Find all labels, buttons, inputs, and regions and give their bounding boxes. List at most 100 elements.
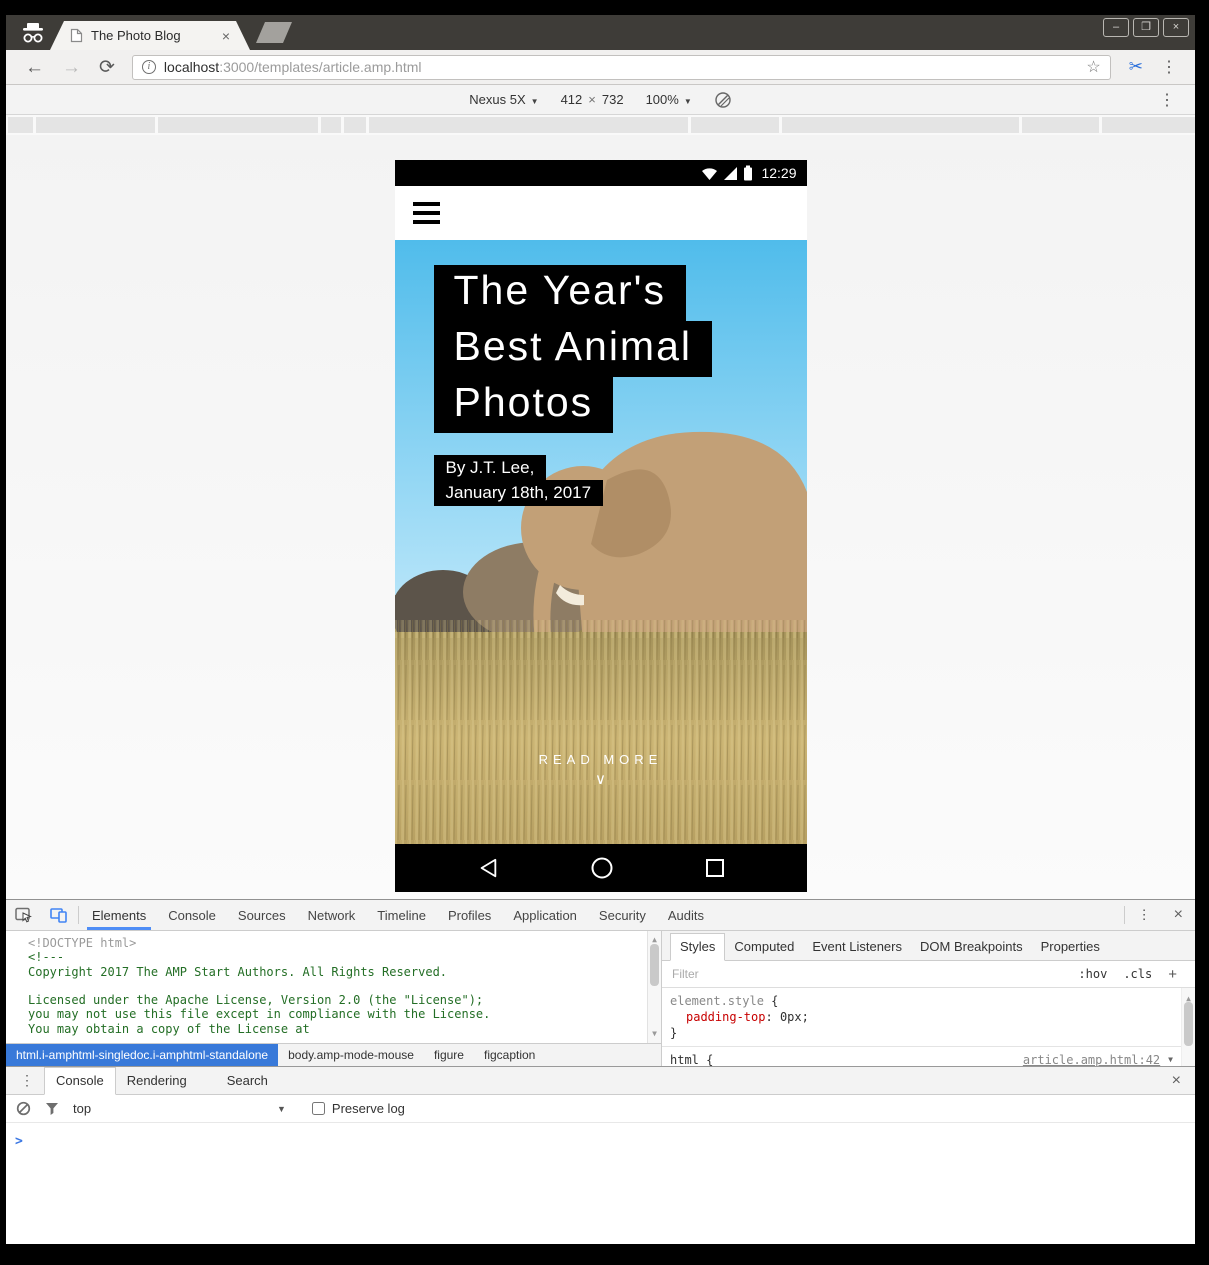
tab-close-icon[interactable]: × (222, 29, 230, 43)
element-style-selector[interactable]: element.style (670, 994, 764, 1008)
devtools-tab-profiles[interactable]: Profiles (437, 900, 502, 930)
viewport-width-field[interactable]: 412 (561, 92, 583, 107)
devtools-tab-elements[interactable]: Elements (81, 900, 157, 930)
drawer-menu-icon[interactable]: ⋮ (6, 1072, 44, 1089)
device-toolbar-menu-icon[interactable]: ⋮ (1151, 90, 1183, 110)
reload-icon[interactable]: ⟳ (90, 58, 124, 77)
comment-line[interactable]: <!--- (28, 950, 661, 964)
scroll-down-icon[interactable]: ▼ (648, 1027, 661, 1041)
drawer-tab-search[interactable]: Search (216, 1068, 279, 1094)
article-title-line-3: Photos (434, 377, 614, 433)
tab-properties[interactable]: Properties (1032, 934, 1109, 960)
devtools-tab-network[interactable]: Network (297, 900, 367, 930)
doctype-line[interactable]: <!DOCTYPE html> (28, 936, 661, 950)
device-toolbar: Nexus 5X▼ 412×732 100%▼ ⋮ (6, 85, 1195, 115)
devtools-tab-console[interactable]: Console (157, 900, 227, 930)
breadcrumb-figure[interactable]: figure (424, 1044, 474, 1066)
breadcrumb-figcaption[interactable]: figcaption (474, 1044, 545, 1066)
read-more-link[interactable]: READ MORE (395, 752, 807, 767)
emulated-viewport-area: 12:29 (6, 135, 1195, 899)
filter-funnel-icon[interactable] (45, 1102, 59, 1116)
tab-event-listeners[interactable]: Event Listeners (803, 934, 911, 960)
styles-filter-input[interactable]: Filter (672, 967, 1062, 981)
drawer-close-icon[interactable]: × (1158, 1072, 1195, 1090)
zoom-select[interactable]: 100%▼ (646, 92, 692, 107)
console-prompt-icon[interactable]: > (15, 1134, 23, 1149)
rotate-viewport-icon[interactable] (714, 91, 732, 109)
hero-image: The Year's Best Animal Photos By J.T. Le… (395, 240, 807, 844)
preserve-log-toggle[interactable]: Preserve log (312, 1101, 405, 1116)
console-filter-bar: top ▼ Preserve log (6, 1095, 1195, 1123)
tab-computed[interactable]: Computed (725, 934, 803, 960)
devtools-close-icon[interactable]: × (1162, 900, 1195, 930)
comment-line[interactable]: You may obtain a copy of the License at (28, 1022, 661, 1036)
clear-console-icon[interactable] (16, 1101, 31, 1116)
devtools-tab-audits[interactable]: Audits (657, 900, 715, 930)
article-title-line-1: The Year's (434, 265, 686, 321)
elements-breadcrumb-bar: html.i-amphtml-singledoc.i-amphtml-stand… (6, 1043, 661, 1066)
bookmark-star-icon[interactable]: ☆ (1086, 57, 1100, 77)
close-window-button[interactable]: × (1163, 18, 1189, 37)
url-bar[interactable]: i localhost:3000/templates/article.amp.h… (132, 55, 1111, 80)
viewport-height-field[interactable]: 732 (602, 92, 624, 107)
comment-line[interactable]: you may not use this file except in comp… (28, 1007, 661, 1021)
scissors-extension-icon[interactable]: ✂ (1119, 57, 1153, 77)
execution-context-selector[interactable]: top (73, 1101, 263, 1116)
inspect-element-icon[interactable] (6, 900, 41, 930)
site-info-icon[interactable]: i (142, 60, 156, 74)
device-select[interactable]: Nexus 5X▼ (469, 92, 538, 107)
comment-line[interactable]: Copyright 2017 The AMP Start Authors. Al… (28, 965, 661, 979)
minimize-button[interactable]: – (1103, 18, 1129, 37)
stylesheet-source-link[interactable]: article.amp.html:42 (1023, 1052, 1160, 1066)
toggle-classes-button[interactable]: .cls (1123, 967, 1152, 981)
breadcrumb-body[interactable]: body.amp-mode-mouse (278, 1044, 424, 1066)
styles-rules-list[interactable]: element.style { padding-top: 0px; } html… (662, 988, 1195, 1066)
elements-scrollbar[interactable]: ▲ ▼ (647, 931, 661, 1043)
viewport-size[interactable]: 412×732 (561, 92, 624, 107)
new-tab-button[interactable] (256, 22, 292, 43)
caret-down-icon[interactable]: ▼ (277, 1104, 286, 1114)
elements-tree-pane[interactable]: <!DOCTYPE html> <!--- Copyright 2017 The… (6, 931, 662, 1066)
forward-icon[interactable]: → (53, 58, 90, 77)
new-style-rule-button[interactable]: + (1168, 966, 1177, 983)
android-recents-icon[interactable] (705, 858, 725, 878)
maximize-button[interactable]: ❒ (1133, 18, 1159, 37)
console-log-area[interactable]: > (6, 1123, 1195, 1244)
media-query-ruler[interactable] (6, 115, 1195, 135)
browser-tab[interactable]: The Photo Blog × (50, 21, 250, 50)
battery-icon (743, 165, 753, 181)
styles-sidebar-pane: Styles Computed Event Listeners DOM Brea… (662, 931, 1195, 1066)
devtools-tab-security[interactable]: Security (588, 900, 657, 930)
browser-titlebar: The Photo Blog × – ❒ × (6, 15, 1195, 50)
comment-line[interactable]: Licensed under the Apache License, Versi… (28, 993, 661, 1007)
android-nav-bar (395, 844, 807, 892)
tab-dom-breakpoints[interactable]: DOM Breakpoints (911, 934, 1032, 960)
phone-screen: 12:29 (395, 160, 807, 892)
devtools-tab-sources[interactable]: Sources (227, 900, 297, 930)
css-property-value[interactable]: 0px; (780, 1010, 809, 1024)
styles-scrollbar[interactable]: ▲ (1181, 988, 1195, 1066)
devtools-toolbar: Elements Console Sources Network Timelin… (6, 900, 1195, 931)
back-icon[interactable]: ← (16, 58, 53, 77)
toggle-device-toolbar-icon[interactable] (41, 900, 76, 930)
tab-styles[interactable]: Styles (670, 933, 725, 961)
url-text[interactable]: localhost:3000/templates/article.amp.htm… (164, 59, 1086, 75)
hamburger-menu-icon[interactable] (413, 202, 440, 224)
toggle-hover-state-button[interactable]: :hov (1078, 967, 1107, 981)
drawer-tab-rendering[interactable]: Rendering (116, 1068, 198, 1094)
devtools-tab-application[interactable]: Application (502, 900, 588, 930)
css-property-name[interactable]: padding-top (686, 1010, 765, 1024)
preserve-log-checkbox[interactable] (312, 1102, 325, 1115)
devtools-menu-icon[interactable]: ⋮ (1127, 900, 1162, 930)
article-header (395, 186, 807, 240)
android-back-icon[interactable] (477, 857, 499, 879)
android-home-icon[interactable] (590, 856, 614, 880)
browser-menu-icon[interactable]: ⋮ (1153, 57, 1185, 77)
read-more-chevron-icon[interactable]: ∨ (395, 770, 807, 788)
html-rule-selector[interactable]: html { (670, 1052, 713, 1066)
devtools-tab-timeline[interactable]: Timeline (366, 900, 437, 930)
drawer-tab-console[interactable]: Console (44, 1067, 116, 1095)
breadcrumb-html[interactable]: html.i-amphtml-singledoc.i-amphtml-stand… (6, 1044, 278, 1066)
preserve-log-label: Preserve log (332, 1101, 405, 1116)
caret-down-icon: ▼ (531, 97, 539, 106)
